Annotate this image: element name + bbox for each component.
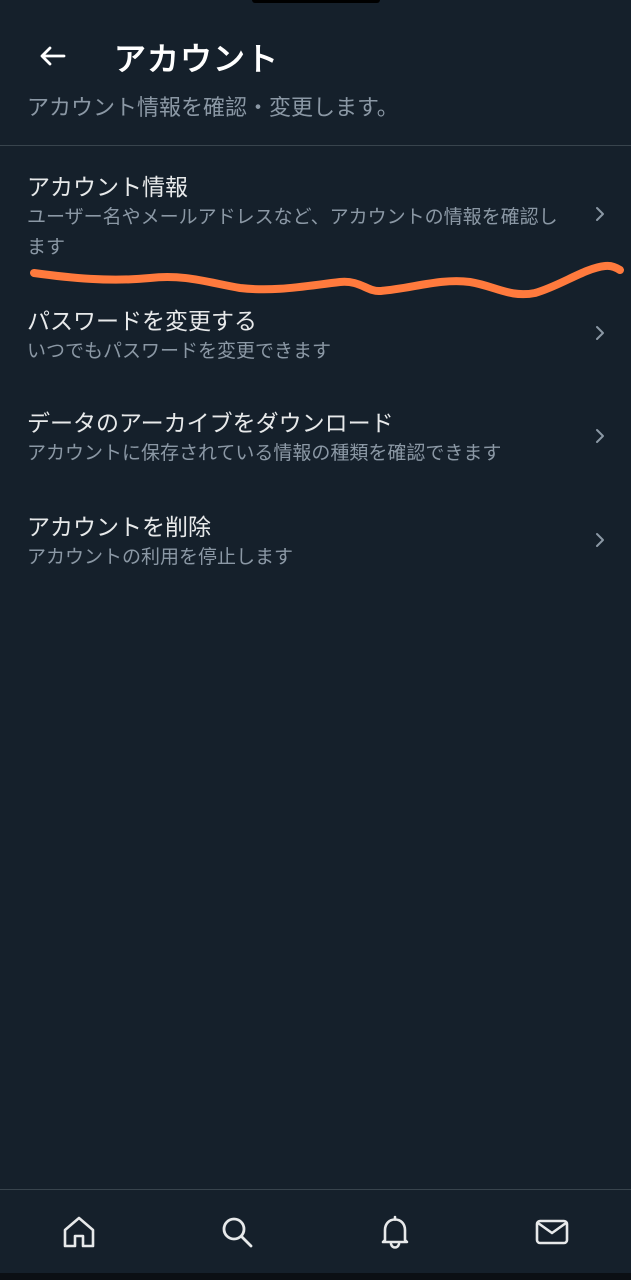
menu-item-delete-account[interactable]: アカウントを削除 アカウントの利用を停止します (0, 488, 631, 592)
menu-item-account-info[interactable]: アカウント情報 ユーザー名やメールアドレスなど、アカウントの情報を確認します (0, 146, 631, 280)
menu-item-description: アカウントの利用を停止します (27, 546, 294, 568)
nav-notifications-button[interactable] (373, 1210, 417, 1254)
page-header: アカウント アカウント情報を確認・変更します。 (0, 0, 631, 146)
menu-item-download-archive[interactable]: データのアーカイブをダウンロード アカウントに保存されている情報の種類を確認でき… (0, 384, 631, 488)
search-icon (222, 1217, 253, 1248)
menu-item-description: いつでもパスワードを変更できます (27, 340, 332, 362)
menu-item-change-password[interactable]: パスワードを変更する いつでもパスワードを変更できます (0, 280, 631, 384)
page-title: アカウント (114, 40, 280, 78)
system-home-bar (0, 1273, 631, 1280)
menu-item-description: アカウントに保存されている情報の種類を確認できます (27, 442, 502, 464)
chevron-right-icon (596, 429, 604, 443)
nav-search-button[interactable] (215, 1210, 259, 1254)
menu-item-title: アカウント情報 (27, 175, 188, 201)
chevron-right-icon (596, 533, 604, 547)
arrow-left-icon (40, 46, 66, 66)
menu-item-title: アカウントを削除 (27, 515, 211, 541)
menu-item-description: ユーザー名やメールアドレスなど、アカウントの情報を確認します (27, 206, 558, 258)
bell-icon (381, 1215, 409, 1249)
chevron-right-icon (596, 207, 604, 221)
chevron-right-icon (596, 326, 604, 340)
nav-home-button[interactable] (57, 1210, 101, 1254)
page-subtitle: アカウント情報を確認・変更します。 (27, 96, 399, 121)
menu-item-title: データのアーカイブをダウンロード (27, 411, 394, 437)
home-icon (63, 1216, 95, 1248)
bottom-navigation (0, 1189, 631, 1274)
back-button[interactable] (28, 32, 76, 80)
nav-messages-button[interactable] (530, 1210, 574, 1254)
mail-icon (535, 1219, 569, 1245)
menu-item-title: パスワードを変更する (27, 309, 257, 335)
